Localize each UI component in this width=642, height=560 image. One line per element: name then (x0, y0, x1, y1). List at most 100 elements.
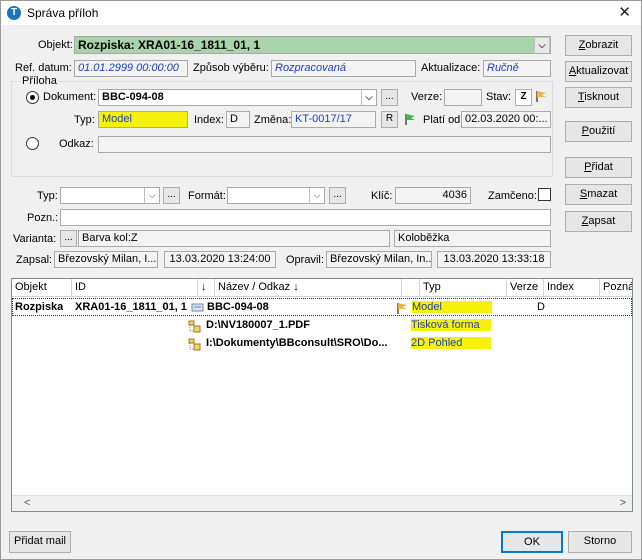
varianta-field-2[interactable]: Koloběžka (394, 230, 551, 247)
filter-typ-select[interactable]: ⌵ (60, 187, 160, 204)
opravil-field[interactable]: Březovský Milan, In... (326, 251, 432, 268)
index-label: Index: (194, 114, 224, 126)
chevron-down-icon[interactable]: ⌵ (144, 188, 159, 203)
chevron-down-icon[interactable]: ⌵ (534, 38, 549, 53)
header-index[interactable]: Index (544, 279, 600, 297)
tisknout-button[interactable]: Tisknout (565, 87, 632, 108)
row-nazev: BBC-094-08 (207, 301, 269, 313)
zapsal-label: Zapsal: (16, 254, 53, 266)
app-icon: T (7, 6, 21, 20)
header-nazev[interactable]: Název / Odkaz ↓ (215, 279, 402, 297)
stav-field[interactable]: Z (515, 89, 532, 106)
zapsal-date-field[interactable]: 13.03.2020 13:24:00 (164, 251, 276, 268)
filter-typ-label: Typ: (37, 190, 58, 202)
index-field[interactable]: D (226, 111, 250, 128)
format-select[interactable]: ⌵ (227, 187, 325, 204)
zapsal-field[interactable]: Březovský Milan, I... (54, 251, 158, 268)
row-typ: Tisková forma (411, 319, 491, 331)
storno-button[interactable]: Storno (568, 531, 632, 553)
close-icon[interactable]: ✕ (618, 3, 631, 21)
filter-typ-browse-button[interactable]: ... (163, 187, 180, 204)
objekt-value: Rozpiska: XRA01-16_1811_01, 1 (78, 38, 261, 52)
header-flag[interactable] (402, 279, 420, 297)
flag-icon (397, 303, 407, 314)
odkaz-label: Odkaz: (59, 138, 94, 150)
header-id[interactable]: ID (72, 279, 198, 297)
aktualizace-field[interactable]: Ručně (483, 60, 551, 77)
r-button[interactable]: R (381, 111, 398, 128)
dokument-value: BBC-094-08 (102, 91, 164, 103)
row-typ: 2D Pohled (411, 337, 491, 349)
klic-label: Klíč: (371, 190, 393, 202)
dokument-browse-button[interactable]: ... (381, 89, 398, 106)
format-label: Formát: (188, 190, 226, 202)
stav-label: Stav: (486, 91, 512, 103)
row-nazev: I:\Dokumenty\BBconsult\SRO\Do... (206, 337, 388, 349)
zobrazit-button[interactable]: Zobrazit (565, 35, 632, 56)
varianta-label: Varianta: (13, 233, 57, 245)
zamceno-label: Zamčeno: (488, 190, 537, 202)
zamceno-checkbox[interactable] (538, 188, 551, 201)
zmena-label: Změna: (254, 114, 292, 126)
row-index: D (537, 301, 545, 313)
aktualizace-label: Aktualizace: (421, 62, 481, 74)
dokument-radio[interactable] (26, 91, 39, 104)
tree-link-icon (188, 320, 201, 333)
objekt-label: Objekt: (38, 39, 73, 51)
typ-field[interactable]: Model (98, 111, 188, 128)
smazat-button[interactable]: Smazat (565, 184, 632, 205)
dokument-select[interactable]: BBC-094-08 ⌵ (98, 89, 377, 106)
window-title: Správa příloh (27, 6, 99, 20)
typ-label: Typ: (74, 114, 95, 126)
verze-label: Verze: (411, 91, 443, 103)
zpusob-field[interactable]: Rozpracovaná (271, 60, 416, 77)
dokument-label: Dokument: (43, 91, 97, 103)
pozn-label: Pozn.: (27, 212, 59, 224)
odkaz-field[interactable] (98, 136, 551, 153)
flag-icon (536, 91, 546, 102)
objekt-select[interactable]: Rozpiska: XRA01-16_1811_01, 1 ⌵ (74, 36, 551, 54)
opravil-label: Opravil: (286, 254, 324, 266)
ok-button[interactable]: OK (501, 531, 563, 553)
varianta-browse-button[interactable]: ... (60, 230, 77, 247)
odkaz-radio[interactable] (26, 137, 39, 150)
table-row[interactable]: D:\NV180007_1.PDF Tisková forma (12, 317, 632, 335)
table-row[interactable]: Rozpiska XRA01-16_1811_01, 1 BBC-094-08 … (12, 298, 632, 316)
sort-arrow-icon[interactable]: ↓ (198, 279, 215, 297)
aktualizovat-button[interactable]: Aktualizovat (565, 61, 632, 82)
chevron-down-icon[interactable]: ⌵ (309, 188, 324, 203)
chevron-down-icon[interactable]: ⌵ (361, 90, 376, 105)
scroll-right-icon[interactable]: > (620, 497, 626, 509)
attachments-table[interactable]: Objekt ID ↓ Název / Odkaz ↓ Typ Verze In… (11, 278, 633, 512)
row-typ: Model (412, 301, 492, 313)
zapsat-button[interactable]: Zapsat (565, 211, 632, 232)
pozn-field[interactable] (60, 209, 551, 226)
tree-link-icon (188, 338, 201, 351)
header-objekt[interactable]: Objekt (12, 279, 72, 297)
flag-green-icon (405, 114, 415, 125)
plati-field[interactable]: 02.03.2020 00:... (461, 111, 551, 128)
header-poznamka[interactable]: Poznám (600, 279, 632, 297)
format-browse-button[interactable]: ... (329, 187, 346, 204)
ref-datum-label: Ref. datum: (15, 62, 72, 74)
row-id: XRA01-16_1811_01, 1 (75, 301, 187, 313)
horizontal-scrollbar[interactable]: < > (12, 495, 632, 511)
dialog-window: T Správa příloh ✕ Objekt: Rozpiska: XRA0… (0, 0, 642, 560)
pridat-button[interactable]: Přidat (565, 157, 632, 178)
scroll-left-icon[interactable]: < (24, 497, 30, 509)
ref-datum-field[interactable]: 01.01.2999 00:00:00 (74, 60, 188, 77)
zmena-field[interactable]: KT-0017/17 (291, 111, 376, 128)
header-verze[interactable]: Verze (507, 279, 544, 297)
varianta-field[interactable]: Barva kol:Z (78, 230, 390, 247)
zpusob-label: Způsob výběru: (193, 62, 269, 74)
table-row[interactable]: I:\Dokumenty\BBconsult\SRO\Do... 2D Pohl… (12, 335, 632, 353)
row-nazev: D:\NV180007_1.PDF (206, 319, 310, 331)
row-objekt: Rozpiska (15, 301, 64, 313)
priloha-group-label: Příloha (21, 75, 58, 87)
klic-field[interactable]: 4036 (395, 187, 471, 204)
verze-field[interactable] (444, 89, 482, 106)
pouziti-button[interactable]: Použití (565, 121, 632, 142)
pridat-mail-button[interactable]: Přidat mail (9, 531, 71, 553)
opravil-date-field[interactable]: 13.03.2020 13:33:18 (437, 251, 551, 268)
header-typ[interactable]: Typ (420, 279, 507, 297)
